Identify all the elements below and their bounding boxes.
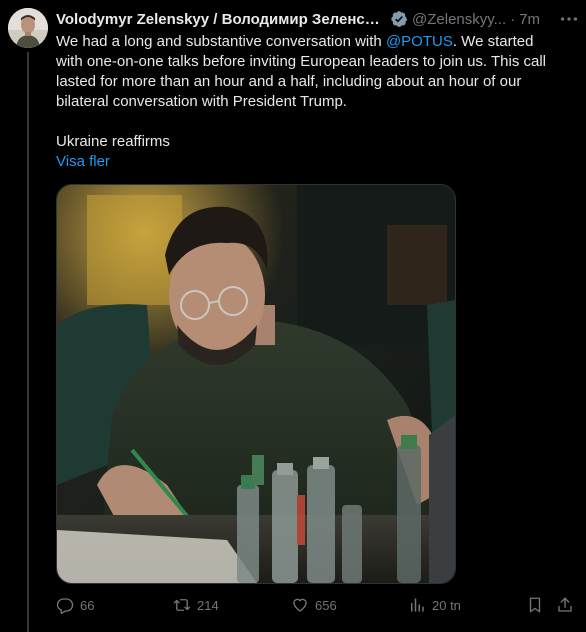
- repost-button[interactable]: 214: [173, 594, 219, 616]
- text-segment: We had a long and substantive conversati…: [56, 33, 386, 50]
- like-count: 656: [315, 597, 337, 613]
- display-name[interactable]: Volodymyr Zelenskyy / Володимир Зеленсь.…: [56, 11, 386, 28]
- author-handle[interactable]: @Zelenskyy...: [412, 11, 506, 28]
- share-icon: [558, 597, 572, 612]
- tweet-paragraph-2: Ukraine reaffirms: [56, 133, 170, 150]
- repost-icon: [173, 599, 191, 611]
- share-button[interactable]: [556, 594, 574, 616]
- reply-button[interactable]: 66: [56, 594, 94, 616]
- mention-link[interactable]: @POTUS: [386, 33, 453, 50]
- separator-dot: ·: [510, 10, 516, 28]
- timestamp[interactable]: 7m: [519, 11, 540, 28]
- tweet-header: Volodymyr Zelenskyy / Володимир Зеленсь.…: [56, 8, 578, 30]
- reply-icon: [56, 598, 74, 614]
- bookmark-icon: [529, 597, 541, 613]
- repost-count: 214: [197, 597, 219, 613]
- avatar[interactable]: [8, 8, 48, 48]
- show-more-link[interactable]: Visa fler: [56, 153, 110, 170]
- views-icon: [411, 598, 424, 612]
- avatar-image: [8, 8, 48, 48]
- views-button[interactable]: 20 tn: [408, 594, 461, 616]
- views-count: 20 tn: [432, 597, 461, 613]
- more-icon[interactable]: [558, 8, 580, 30]
- photo-content: [57, 185, 455, 583]
- bookmark-button[interactable]: [526, 594, 544, 616]
- action-bar: 66 214 656 20 tn: [56, 594, 578, 616]
- tweet-paragraph-1: We had a long and substantive conversati…: [56, 32, 556, 112]
- thread-line: [27, 52, 29, 632]
- reply-count: 66: [80, 597, 95, 613]
- tweet-text: We had a long and substantive conversati…: [56, 32, 556, 172]
- like-button[interactable]: 656: [291, 594, 337, 616]
- verified-badge-icon[interactable]: [390, 10, 408, 28]
- heart-icon: [293, 598, 307, 612]
- tweet-photo[interactable]: [56, 184, 456, 584]
- tweet[interactable]: Volodymyr Zelenskyy / Володимир Зеленсь.…: [0, 0, 586, 632]
